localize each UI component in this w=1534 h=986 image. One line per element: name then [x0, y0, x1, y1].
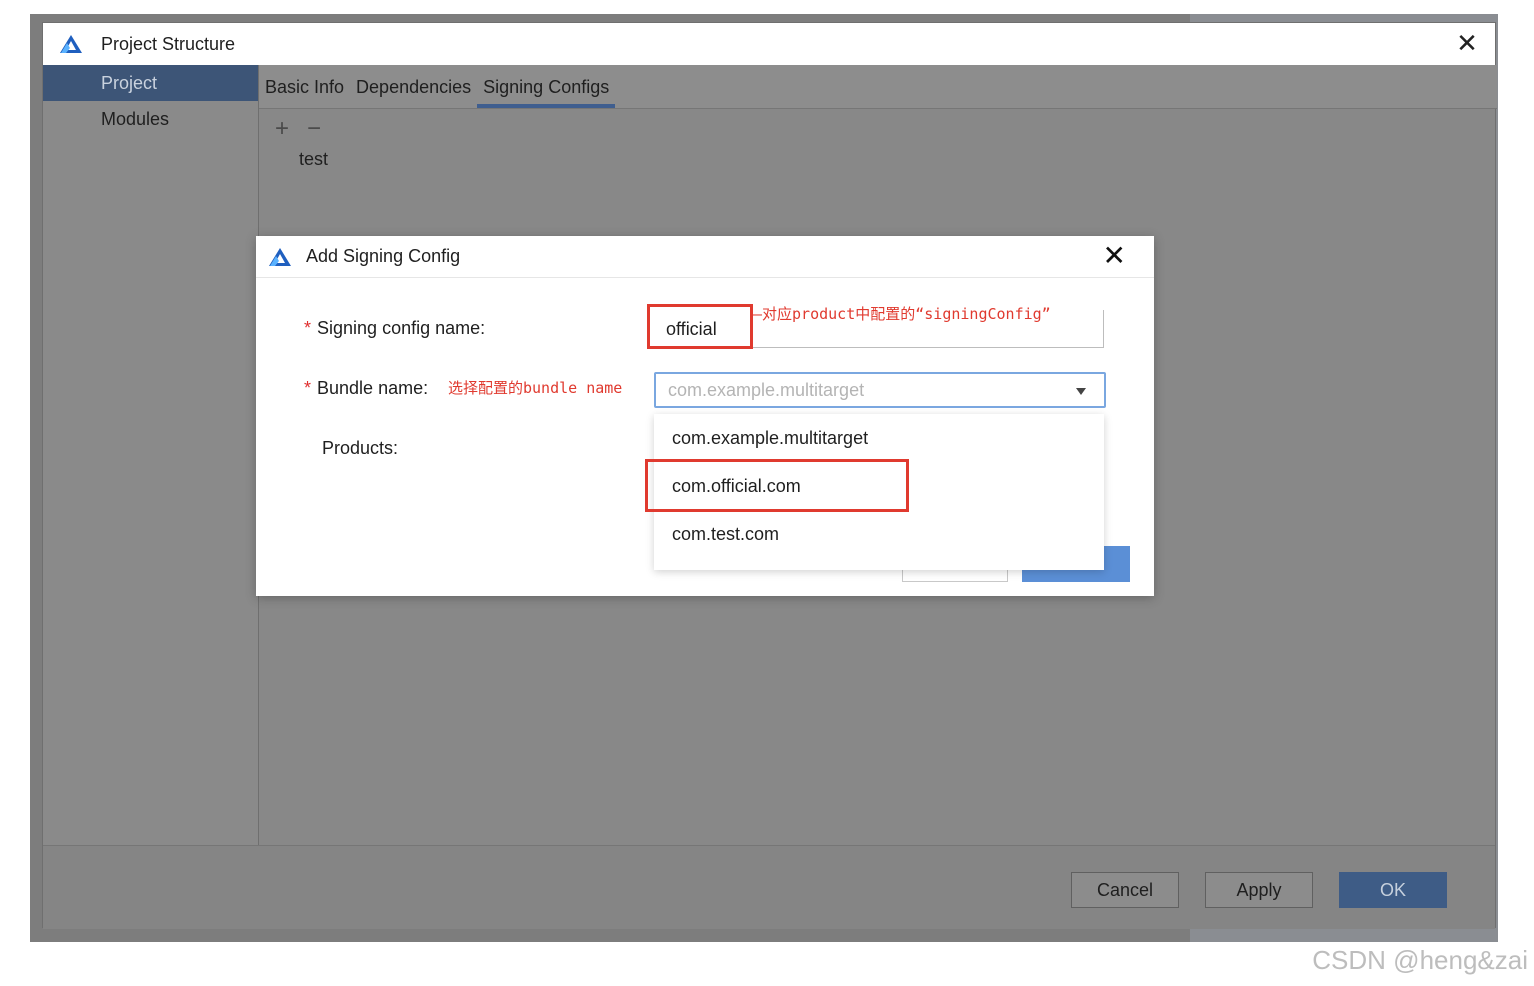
dropdown-option[interactable]: com.example.multitarget: [654, 414, 1104, 462]
required-mark: *: [304, 318, 312, 338]
cancel-button[interactable]: Cancel: [1071, 872, 1179, 908]
list-item[interactable]: test: [299, 149, 328, 170]
tab-bar: Basic Info Dependencies Signing Configs: [259, 65, 1497, 109]
watermark: CSDN @heng&zai: [1312, 945, 1528, 975]
dialog-titlebar: Add Signing Config ✕: [256, 236, 1154, 278]
bundle-name-label: * Bundle name:: [304, 378, 429, 398]
app-logo-icon: [268, 247, 292, 267]
dialog-title: Add Signing Config: [306, 246, 461, 266]
window-footer: Cancel Apply OK: [43, 845, 1495, 929]
app-logo-icon: [59, 34, 83, 54]
dropdown-option[interactable]: com.test.com: [654, 510, 1104, 558]
tab-basic-info[interactable]: Basic Info: [259, 77, 350, 108]
add-icon[interactable]: +: [275, 115, 289, 143]
bundle-name-selected: com.example.multitarget: [668, 380, 865, 400]
ide-background-top: [30, 0, 1498, 14]
config-toolbar: + −: [275, 115, 321, 143]
bundle-name-select[interactable]: com.example.multitarget: [654, 372, 1106, 408]
sidebar-item-modules[interactable]: Modules: [43, 101, 258, 137]
signing-config-name-label: * Signing config name:: [304, 318, 486, 338]
ok-button[interactable]: OK: [1339, 872, 1447, 908]
chevron-down-icon[interactable]: [1076, 388, 1086, 395]
tab-signing-configs[interactable]: Signing Configs: [477, 77, 616, 108]
annotation-box-option: [645, 459, 909, 512]
close-icon[interactable]: ✕: [1455, 30, 1479, 56]
tab-dependencies[interactable]: Dependencies: [350, 77, 477, 108]
window-title: Project Structure: [101, 33, 236, 54]
apply-button[interactable]: Apply: [1205, 872, 1313, 908]
close-icon[interactable]: ✕: [1103, 242, 1126, 270]
add-signing-config-dialog: Add Signing Config ✕ * Signing config nam…: [256, 236, 1154, 596]
products-label: Products:: [322, 438, 399, 458]
required-mark: *: [304, 378, 312, 398]
remove-icon[interactable]: −: [307, 115, 321, 143]
sidebar-item-project[interactable]: Project: [43, 65, 258, 101]
sidebar: Project Modules: [43, 65, 259, 845]
annotation-box-name: [647, 304, 753, 349]
annotation-bundle-note: 选择配置的bundle name: [448, 377, 623, 398]
window-titlebar: Project Structure ✕: [43, 23, 1495, 65]
annotation-signing-note: —对应product中配置的“signingConfig”: [753, 303, 1051, 324]
